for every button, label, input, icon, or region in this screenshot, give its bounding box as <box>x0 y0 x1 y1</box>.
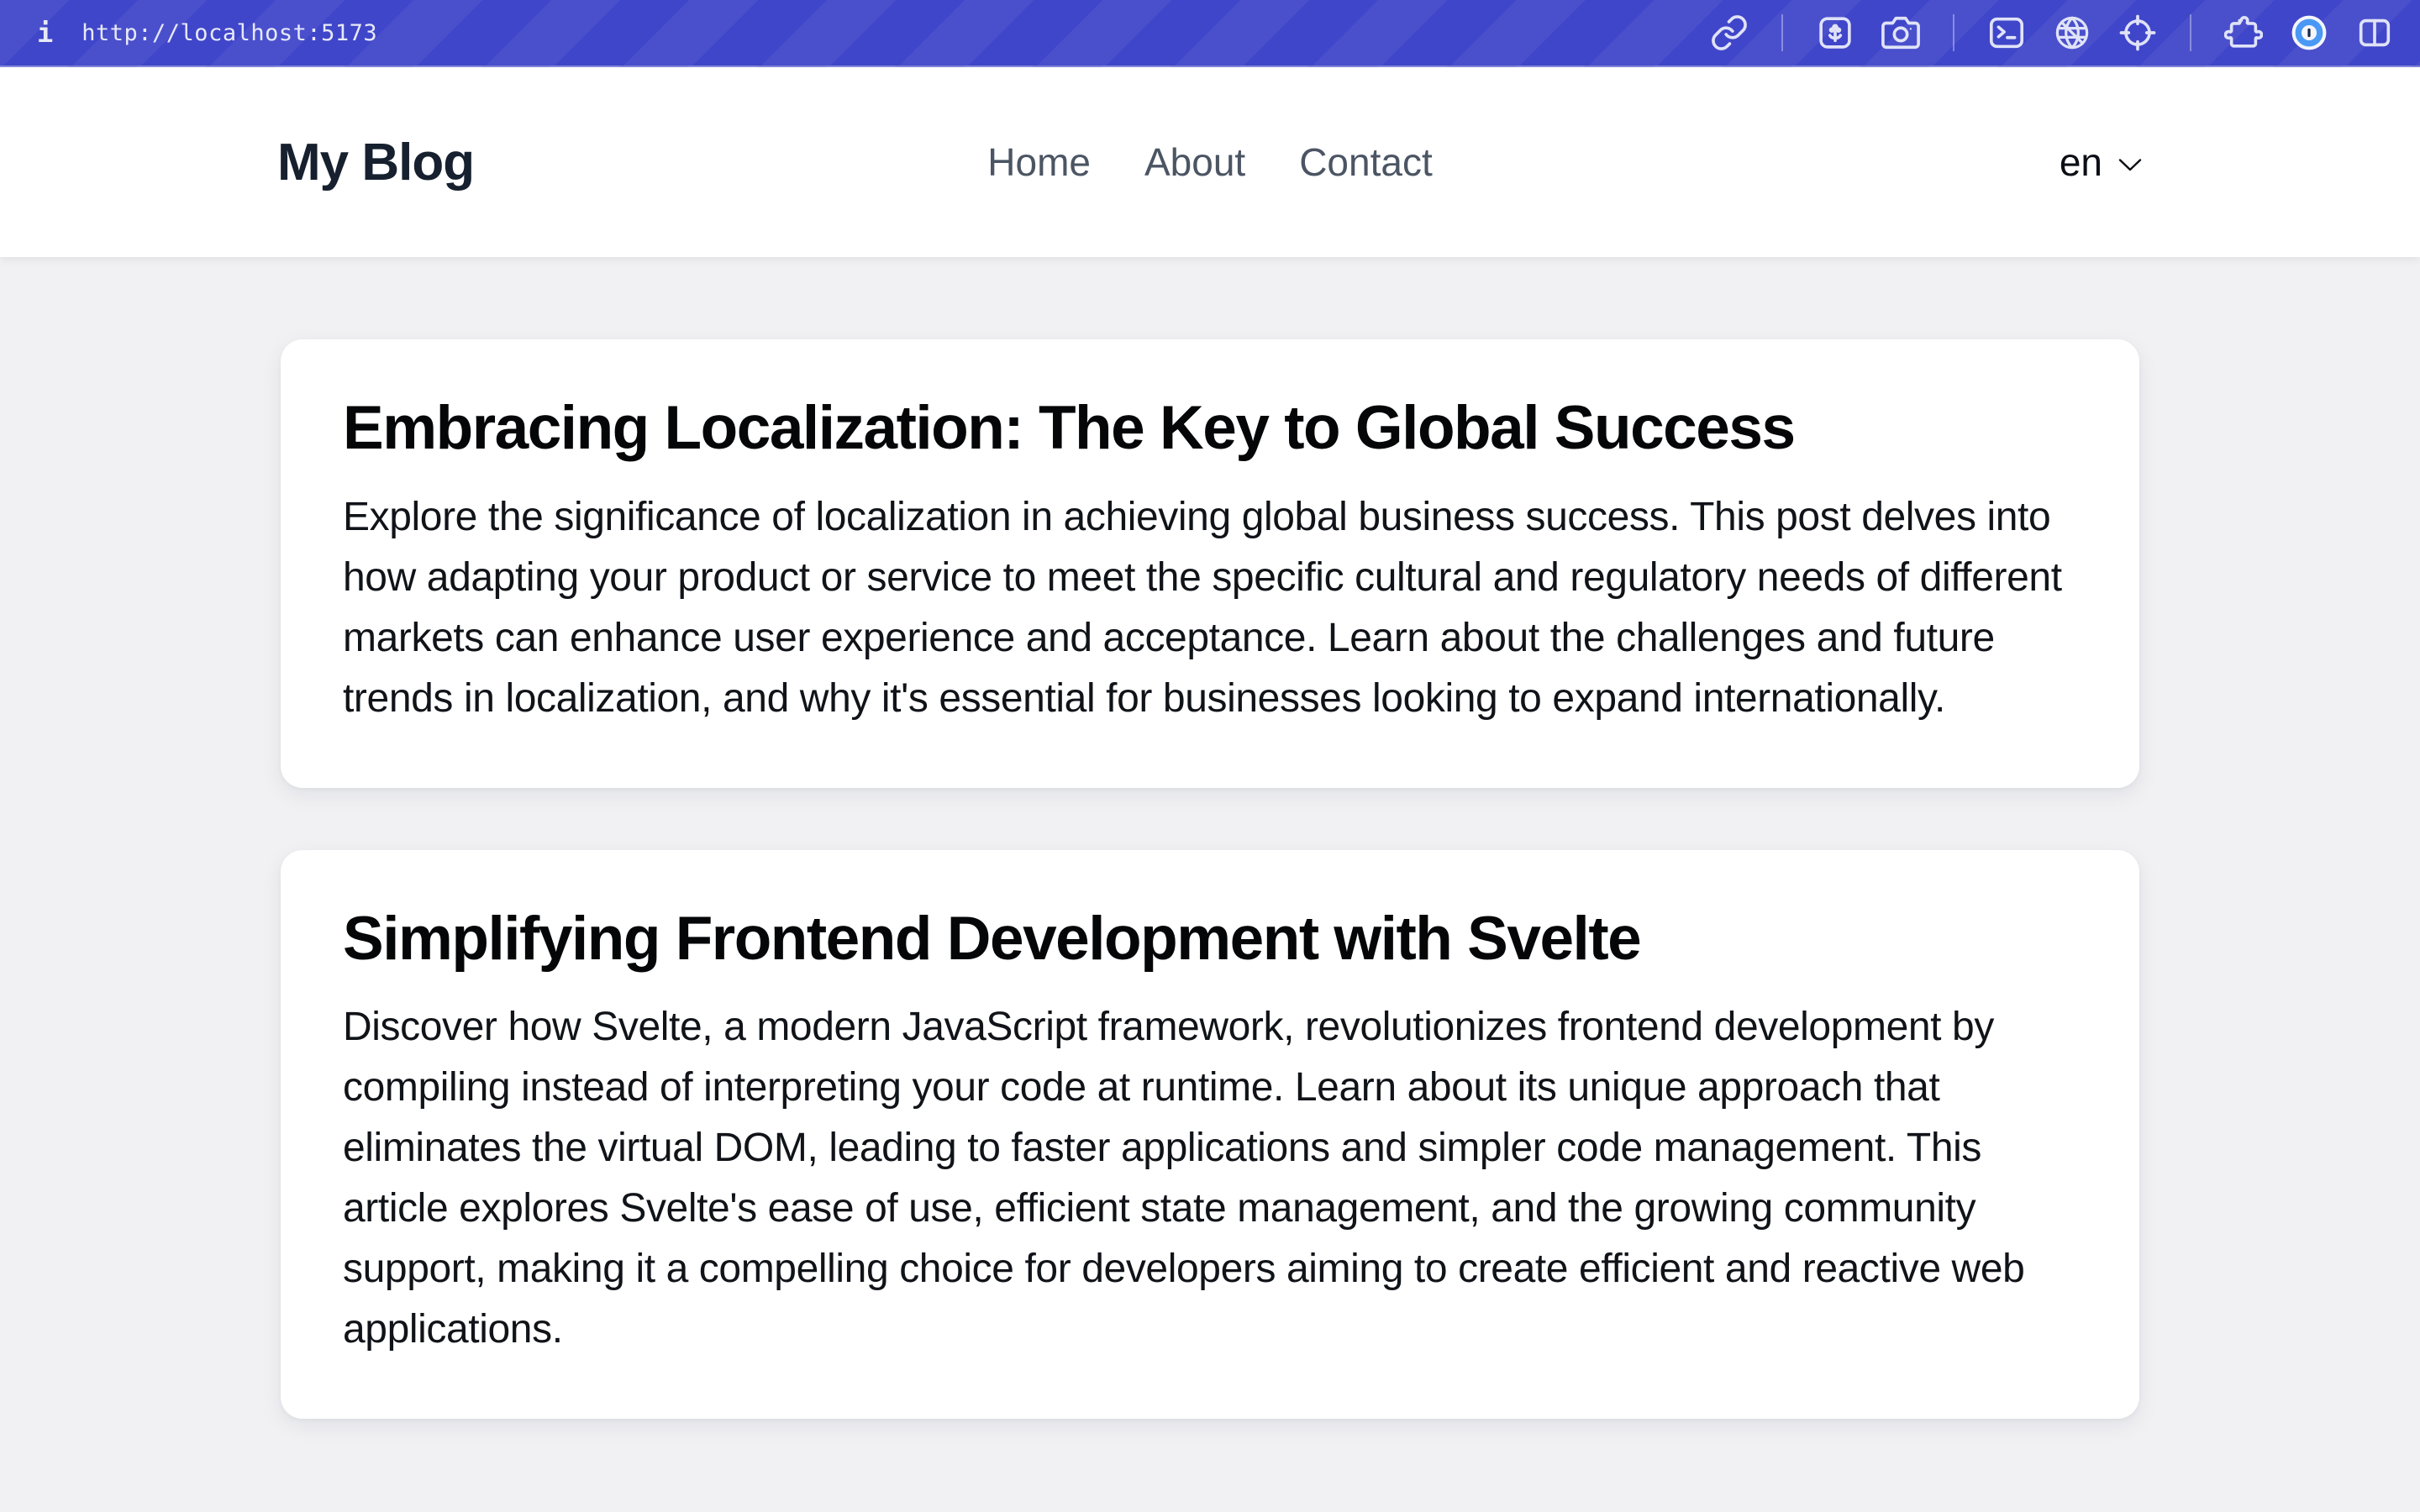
post-title: Simplifying Frontend Development with Sv… <box>343 904 1642 973</box>
globe-icon[interactable] <box>2052 13 2092 53</box>
info-icon: i <box>37 17 54 49</box>
toolbar-icon-group <box>1709 13 2395 53</box>
crosshair-icon[interactable] <box>2118 13 2158 53</box>
onepassword-icon[interactable] <box>2289 13 2329 53</box>
language-selected-label: en <box>2059 140 2102 184</box>
language-selector[interactable]: en <box>2060 139 2143 185</box>
toolbar-separator <box>2190 14 2191 51</box>
post-excerpt: Explore the significance of localization… <box>343 494 2062 721</box>
link-icon[interactable] <box>1709 13 1749 53</box>
flower-photo-icon[interactable] <box>1815 13 1855 53</box>
post-title: Embracing Localization: The Key to Globa… <box>343 394 1796 462</box>
split-view-icon[interactable] <box>2354 13 2395 53</box>
browser-toolbar: i http://localhost:5173 <box>0 0 2420 67</box>
post-card: Simplifying Frontend Development with Sv… <box>281 849 2139 1420</box>
post-excerpt: Discover how Svelte, a modern JavaScript… <box>343 1005 2025 1352</box>
toolbar-separator <box>1953 14 1954 51</box>
main-nav: Home About Contact <box>987 139 1432 185</box>
toolbar-separator <box>1781 14 1783 51</box>
site-title: My Blog <box>277 133 475 192</box>
posts-list: Embracing Localization: The Key to Globa… <box>0 257 2420 1420</box>
camera-icon[interactable] <box>1881 13 1921 53</box>
site-header: My Blog Home About Contact en <box>0 67 2420 257</box>
nav-item-home[interactable]: Home <box>987 139 1091 185</box>
chevron-down-icon <box>2118 158 2142 171</box>
nav-item-about[interactable]: About <box>1144 139 1245 185</box>
nav-item-contact[interactable]: Contact <box>1299 139 1433 185</box>
post-card: Embracing Localization: The Key to Globa… <box>281 339 2139 788</box>
terminal-icon[interactable] <box>1986 13 2027 53</box>
puzzle-icon[interactable] <box>2223 13 2264 53</box>
url-text[interactable]: http://localhost:5173 <box>82 20 377 46</box>
